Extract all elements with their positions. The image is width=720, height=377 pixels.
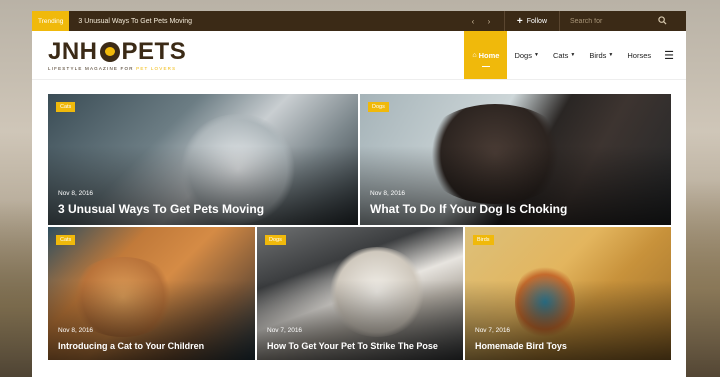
site-container: Trending 3 Unusual Ways To Get Pets Movi… <box>32 11 686 377</box>
nav-label-horses: Horses <box>627 50 652 60</box>
caret-down-icon: ▼ <box>608 52 614 58</box>
nav-label-dogs: Dogs <box>514 50 532 60</box>
nav-item-birds[interactable]: Birds ▼ <box>582 31 620 79</box>
site-logo[interactable]: JNH PETS LIFESTYLE MAGAZINE FOR PET LOVE… <box>48 37 187 71</box>
tagline-main: LIFESTYLE MAGAZINE FOR <box>48 65 137 71</box>
paw-logo-icon <box>99 41 120 62</box>
logo-tagline: LIFESTYLE MAGAZINE FOR PET LOVERS <box>48 66 186 71</box>
tagline-highlight: PET LOVERS <box>136 65 177 71</box>
logo-text-right: PETS <box>121 37 187 65</box>
logo-text-left: JNH <box>48 37 98 65</box>
hamburger-icon[interactable]: ☰ <box>658 49 686 62</box>
featured-post[interactable]: Cats Nov 8, 2016 Introducing a Cat to Yo… <box>48 227 255 360</box>
post-date: Nov 7, 2016 <box>267 327 303 334</box>
trending-label: Trending <box>32 11 70 31</box>
featured-post[interactable]: Dogs Nov 7, 2016 How To Get Your Pet To … <box>257 227 463 360</box>
caret-down-icon: ▼ <box>533 52 539 58</box>
category-badge[interactable]: Dogs <box>368 102 389 112</box>
post-title[interactable]: How To Get Your Pet To Strike The Pose <box>267 341 438 351</box>
plus-icon: + <box>516 15 523 27</box>
post-title[interactable]: What To Do If Your Dog Is Choking <box>370 202 567 216</box>
category-badge[interactable]: Birds <box>473 235 494 245</box>
category-badge[interactable]: Cats <box>56 102 76 112</box>
nav-item-home[interactable]: ⌂ Home <box>464 31 508 79</box>
nav-label-birds: Birds <box>589 50 607 60</box>
category-badge[interactable]: Dogs <box>265 235 286 245</box>
search-box <box>560 11 686 31</box>
nav-label-home: Home <box>478 50 500 60</box>
post-title[interactable]: Homemade Bird Toys <box>475 341 567 351</box>
trending-arrows: ‹ › <box>466 14 496 28</box>
home-icon: ⌂ <box>472 51 477 59</box>
top-bar: Trending 3 Unusual Ways To Get Pets Movi… <box>32 11 686 31</box>
nav-item-dogs[interactable]: Dogs ▼ <box>507 31 545 79</box>
post-date: Nov 8, 2016 <box>370 190 406 197</box>
featured-post[interactable]: Dogs Nov 8, 2016 What To Do If Your Dog … <box>360 94 671 225</box>
featured-post[interactable]: Birds Nov 7, 2016 Homemade Bird Toys <box>465 227 671 360</box>
post-date: Nov 7, 2016 <box>475 327 511 334</box>
post-date: Nov 8, 2016 <box>58 327 94 334</box>
follow-label: Follow <box>526 17 547 25</box>
chevron-left-icon[interactable]: ‹ <box>466 14 480 28</box>
search-input[interactable] <box>568 16 658 26</box>
nav-item-cats[interactable]: Cats ▼ <box>546 31 582 79</box>
site-header: JNH PETS LIFESTYLE MAGAZINE FOR PET LOVE… <box>32 31 686 80</box>
category-badge[interactable]: Cats <box>56 235 76 245</box>
post-title[interactable]: Introducing a Cat to Your Children <box>58 341 204 351</box>
post-title[interactable]: 3 Unusual Ways To Get Pets Moving <box>58 202 264 216</box>
search-icon[interactable] <box>658 15 667 27</box>
trending-headline-link[interactable]: 3 Unusual Ways To Get Pets Moving <box>78 18 192 25</box>
follow-button[interactable]: + Follow <box>503 11 560 31</box>
featured-posts-grid: Cats Nov 8, 2016 3 Unusual Ways To Get P… <box>48 94 671 360</box>
main-nav: ⌂ Home Dogs ▼ Cats ▼ Birds ▼ Horses ☰ <box>464 31 686 79</box>
background-grass-right <box>680 180 720 377</box>
featured-post[interactable]: Cats Nov 8, 2016 3 Unusual Ways To Get P… <box>48 94 358 225</box>
nav-item-horses[interactable]: Horses <box>620 31 658 79</box>
post-date: Nov 8, 2016 <box>58 190 94 197</box>
caret-down-icon: ▼ <box>570 52 576 58</box>
chevron-right-icon[interactable]: › <box>482 14 496 28</box>
nav-label-cats: Cats <box>552 50 569 60</box>
